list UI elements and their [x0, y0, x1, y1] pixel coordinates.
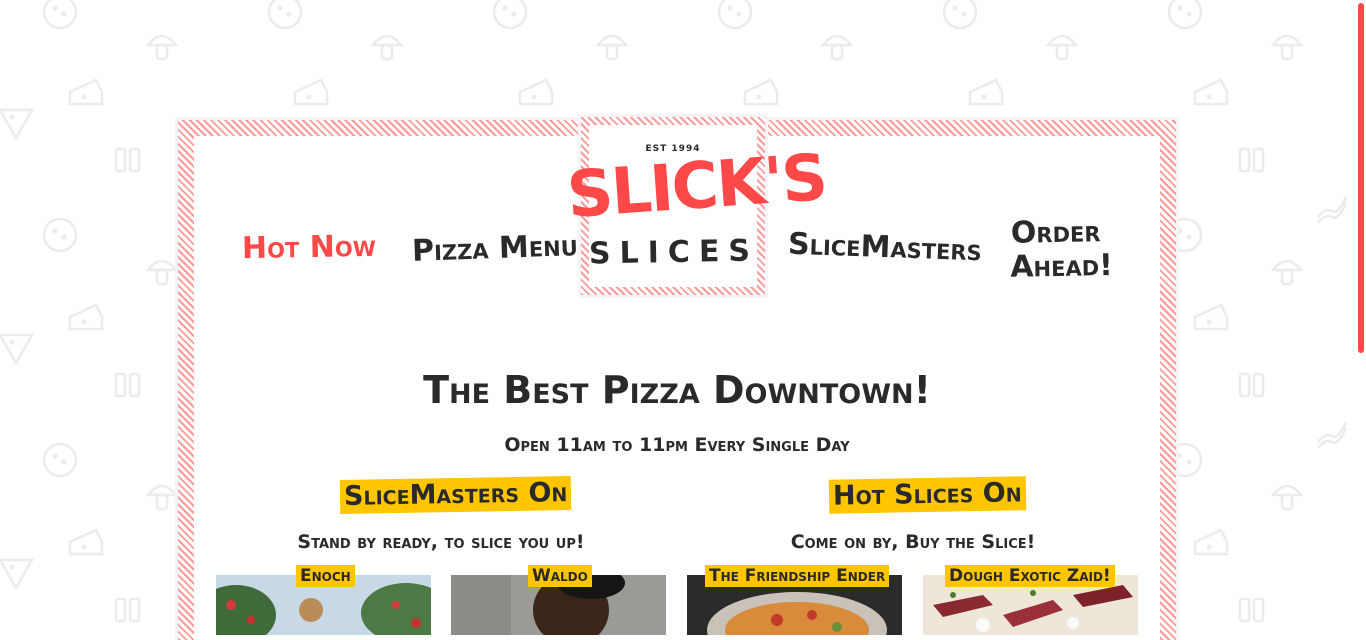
mushroom-icon — [142, 250, 182, 290]
slicemaster-name-enoch: Enoch — [296, 565, 355, 587]
cheese-icon — [966, 72, 1006, 112]
pizza-icon — [265, 0, 305, 32]
logo-badge: EST 1994 SLICK'S SLICES — [565, 125, 828, 287]
scrollbar[interactable] — [1358, 0, 1366, 625]
mushroom-icon — [1267, 475, 1307, 515]
slicemasters-subtitle: Stand by ready, to slice you up! — [297, 531, 585, 553]
mushroom-icon — [367, 25, 407, 65]
pizza-slice-icon — [0, 552, 36, 592]
pizza-name-dough-exotic-zaid: Dough Exotic Zaid! — [945, 565, 1115, 587]
mushroom-icon — [142, 475, 182, 515]
logo-name-bottom: SLICES — [588, 233, 760, 272]
bacon-icon — [1312, 187, 1352, 227]
cheese-icon — [1191, 297, 1231, 337]
bottles-icon — [108, 585, 148, 625]
cheese-icon — [741, 72, 781, 112]
nav-hot-now[interactable]: Hot Now — [242, 229, 376, 266]
cheese-icon — [66, 297, 106, 337]
pizza-slice-icon — [0, 327, 36, 367]
pizza-icon — [715, 0, 755, 32]
hot-slices-subtitle: Come on by, Buy the Slice! — [790, 531, 1036, 553]
pizza-icon — [1165, 0, 1205, 32]
mushroom-icon — [1267, 25, 1307, 65]
bottles-icon — [108, 360, 148, 400]
page-title: The Best Pizza Downtown! — [423, 368, 931, 412]
cheese-icon — [291, 72, 331, 112]
pizza-name-friendship-ender: The Friendship Ender — [705, 565, 890, 587]
cheese-icon — [1191, 72, 1231, 112]
opening-hours: Open 11am to 11pm Every Single Day — [504, 434, 850, 456]
mushroom-icon — [592, 25, 632, 65]
slicemaster-name-waldo: Waldo — [528, 565, 592, 587]
bottles-icon — [1232, 585, 1272, 625]
bottles-icon — [1232, 360, 1272, 400]
hot-slices-heading: Hot Slices On — [828, 476, 1026, 514]
mushroom-icon — [1267, 250, 1307, 290]
bottles-icon — [1232, 135, 1272, 175]
cheese-icon — [1191, 522, 1231, 562]
cheese-icon — [66, 72, 106, 112]
logo-name-top: SLICK'S — [564, 141, 829, 233]
pizza-icon — [940, 0, 980, 32]
pizza-icon — [40, 0, 80, 32]
nav-order-ahead[interactable]: Order Ahead! — [1009, 214, 1113, 285]
nav-pizza-menu[interactable]: Pizza Menu — [411, 228, 578, 269]
nav-slicemasters[interactable]: SliceMasters — [787, 227, 982, 269]
pizza-icon — [40, 440, 80, 480]
pizza-slice-icon — [0, 102, 36, 142]
pizza-icon — [490, 0, 530, 32]
scrollbar-thumb[interactable] — [1358, 3, 1364, 353]
bacon-icon — [1312, 412, 1352, 452]
mushroom-icon — [817, 25, 857, 65]
slicemasters-heading: SliceMasters On — [339, 475, 572, 515]
cheese-icon — [516, 72, 556, 112]
cheese-icon — [66, 522, 106, 562]
bottles-icon — [108, 135, 148, 175]
mushroom-icon — [1042, 25, 1082, 65]
logo[interactable]: EST 1994 SLICK'S SLICES — [565, 117, 828, 295]
mushroom-icon — [142, 25, 182, 65]
pizza-icon — [40, 215, 80, 255]
